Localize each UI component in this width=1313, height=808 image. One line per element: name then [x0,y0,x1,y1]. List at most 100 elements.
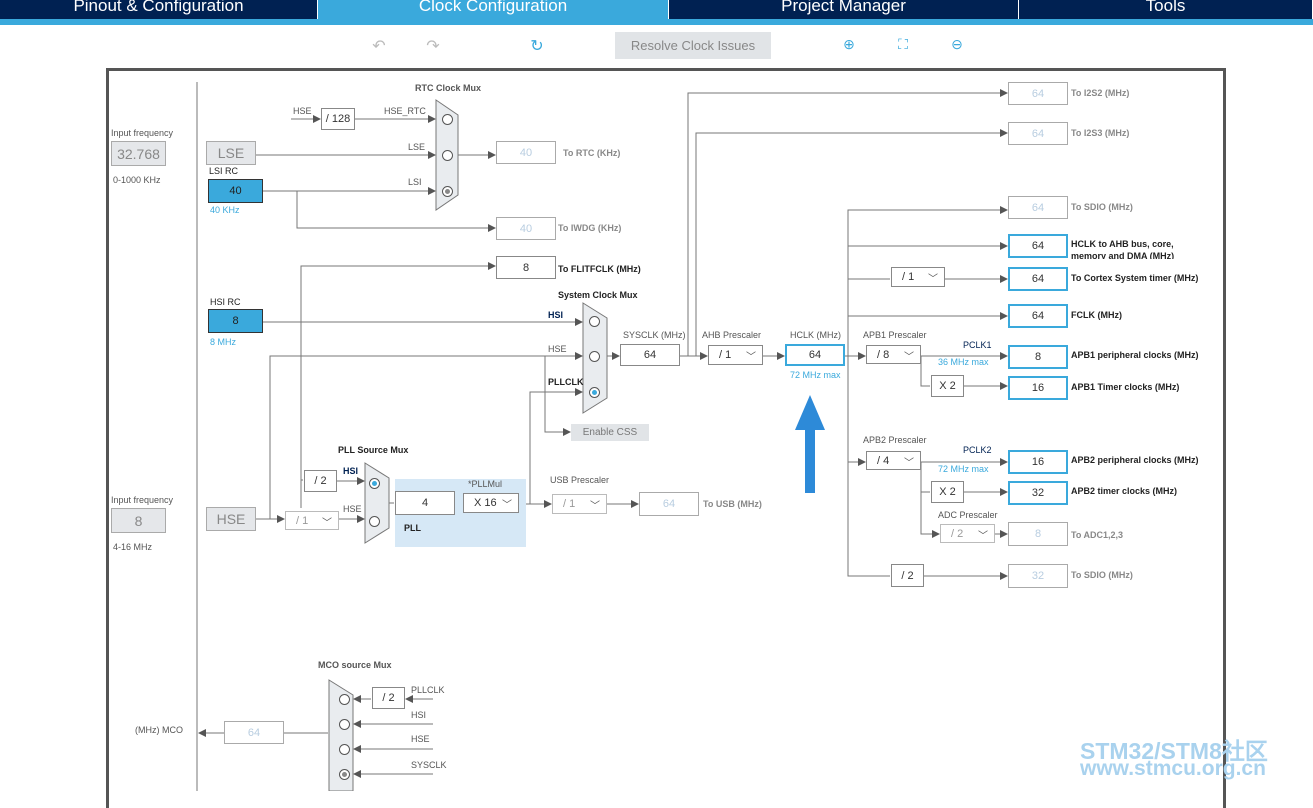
rtc-hse-label: HSE [293,106,312,116]
sysclk-label: SYSCLK (MHz) [623,330,686,340]
hsi-value: 8 [208,309,263,333]
mco-pllclk-label: PLLCLK [411,685,445,695]
cortex-divider-select[interactable]: / 1 ﹀ [891,267,945,287]
usb-output-label: To USB (MHz) [703,499,762,509]
lsi-unit: 40 KHz [210,205,240,215]
system-clock-mux-title: System Clock Mux [558,290,638,300]
apb1-prescaler-label: APB1 Prescaler [863,330,927,340]
rtc-mux-radio-hse[interactable] [442,114,453,125]
adc-output: 8 [1008,522,1068,546]
pllsrc-radio-hse[interactable] [369,516,380,527]
usb-prescaler-value: / 1 [563,498,576,510]
hse-prediv-value: / 1 [296,514,309,527]
apb2-timer-output[interactable]: 32 [1008,481,1068,505]
lsi-label: LSI RC [209,166,239,176]
apb2-prescaler-select[interactable]: / 4 ﹀ [866,451,921,470]
rtc-mux-title: RTC Clock Mux [415,83,482,93]
pclk2-label: PCLK2 [963,445,992,455]
lse-input-label: Input frequency [111,128,174,138]
usb-prescaler-select[interactable]: / 1 ﹀ [552,494,607,514]
sysclk-field[interactable]: 64 [620,344,680,366]
rtc-mux-radio-lse[interactable] [442,150,453,161]
rtc-output: 40 [496,141,556,164]
pllmul-select[interactable]: X 16 ﹀ [463,493,519,513]
mco-sysclk-label: SYSCLK [411,760,447,770]
chevron-down-icon: ﹀ [928,274,938,285]
ahb-output-label: HCLK to AHB bus, core, memory and DMA (M… [1071,239,1175,259]
adc-label: To ADC1,2,3 [1071,530,1124,540]
sysmux-hsi-label: HSI [548,310,564,320]
apb1-timer-label: APB1 Timer clocks (MHz) [1071,382,1180,392]
mco-pll-divider: / 2 [372,687,405,709]
fclk-label: FCLK (MHz) [1071,310,1122,320]
lsi-value: 40 [208,179,263,203]
ahb-prescaler-select[interactable]: / 1 ﹀ [708,345,763,365]
apb2-peripheral-label: APB2 peripheral clocks (MHz) [1071,455,1199,465]
rtc-output-label: To RTC (KHz) [563,148,621,158]
chevron-down-icon: ﹀ [904,352,914,363]
pllsrc-radio-hsi[interactable] [369,478,380,489]
adc-prescaler-label: ADC Prescaler [938,510,998,520]
sysmux-pllclk-label: PLLCLK [548,377,584,387]
apb1-timer-output[interactable]: 16 [1008,376,1068,400]
sdio-divider: / 2 [891,564,924,587]
lse-block: LSE [206,141,256,165]
apb2-peripheral-output[interactable]: 16 [1008,450,1068,474]
ahb-output[interactable]: 64 [1008,234,1068,258]
annotation-arrow [795,395,825,493]
pllsrc-hse-label: HSE [343,504,362,514]
hclk-label: HCLK (MHz) [790,330,841,340]
lse-input-field[interactable]: 32.768 [111,141,166,166]
watermark-url: www.stmcu.org.cn [1080,757,1266,780]
pll-source-mux-title: PLL Source Mux [338,445,409,455]
ahb-prescaler-label: AHB Prescaler [702,330,762,340]
ahb-prescaler-value: / 1 [719,349,732,361]
hse-input-field[interactable]: 8 [111,508,166,533]
hse-range: 4-16 MHz [113,542,153,552]
i2s3-output: 64 [1008,122,1068,145]
fclk-output[interactable]: 64 [1008,304,1068,328]
apb1-peripheral-output[interactable]: 8 [1008,345,1068,369]
rtc-mux-radio-lsi[interactable] [442,186,453,197]
apb2-timer-label: APB2 timer clocks (MHz) [1071,486,1178,496]
cortex-output[interactable]: 64 [1008,267,1068,291]
sdio-output-2: 32 [1008,564,1068,588]
hsi-label: HSI RC [210,297,241,307]
pll-label: PLL [404,523,421,533]
mco-label: (MHz) MCO [135,725,183,735]
hsi-pll-divider: / 2 [304,470,337,492]
chevron-down-icon: ﹀ [978,531,988,542]
sysmux-radio-hsi[interactable] [589,316,600,327]
pll-input: 4 [395,491,455,515]
apb2-timer-multiplier: X 2 [931,481,964,503]
rtc-hse-divider: / 128 [321,108,355,130]
usb-prescaler-label: USB Prescaler [550,475,610,485]
apb2-prescaler-label: APB2 Prescaler [863,435,927,445]
hclk-max: 72 MHz max [790,370,841,380]
chevron-down-icon: ﹀ [904,458,914,469]
hse-prediv-select[interactable]: / 1 ﹀ [285,511,339,530]
sdio-label-1: To SDIO (MHz) [1071,202,1133,212]
mco-hse-label: HSE [411,734,430,744]
rtc-lse-label: LSE [408,142,426,152]
sysmux-radio-hse[interactable] [589,351,600,362]
hse-input-label: Input frequency [111,495,174,505]
sysmux-hse-label: HSE [548,344,567,354]
usb-output: 64 [639,492,699,516]
mco-radio-hsi[interactable] [339,719,350,730]
i2s2-output: 64 [1008,82,1068,105]
adc-prescaler-select[interactable]: / 2 ﹀ [940,524,995,543]
enable-css-button[interactable]: Enable CSS [571,424,649,441]
chevron-down-icon: ﹀ [746,352,756,363]
mco-radio-pllclk[interactable] [339,694,350,705]
pllsrc-hsi-label: HSI [343,466,359,476]
mco-radio-hse[interactable] [339,744,350,755]
sysmux-radio-pllclk[interactable] [589,387,600,398]
mco-output: 64 [224,721,284,744]
i2s3-label: To I2S3 (MHz) [1071,128,1130,138]
lse-range: 0-1000 KHz [113,175,161,185]
cortex-label: To Cortex System timer (MHz) [1071,273,1199,283]
hclk-field[interactable]: 64 [785,344,845,366]
apb1-prescaler-select[interactable]: / 8 ﹀ [866,345,921,364]
mco-radio-sysclk[interactable] [339,769,350,780]
